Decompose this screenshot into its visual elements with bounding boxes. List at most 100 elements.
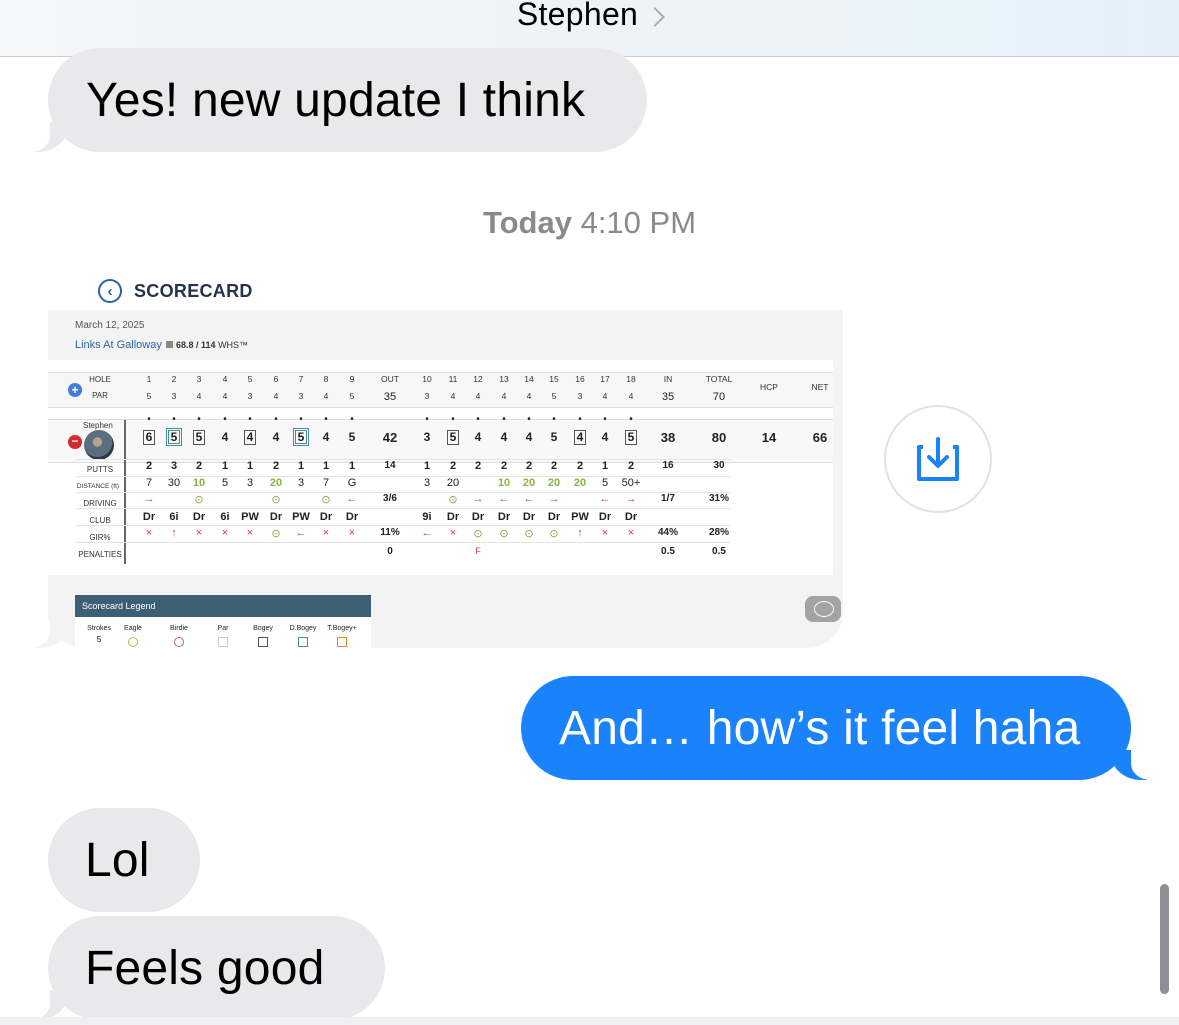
course-rating: 68.8 / 114 WHS™ xyxy=(166,340,248,350)
save-image-button[interactable] xyxy=(884,405,992,513)
contact-name: Stephen xyxy=(516,0,639,32)
hole-putts: 1 xyxy=(221,460,229,472)
legend-strokes-sample: 5 xyxy=(96,635,102,644)
legend-item: Par xyxy=(217,625,229,632)
gir-result: ⊙ xyxy=(473,528,483,540)
score-value: 5 xyxy=(348,430,356,444)
gir-result: × xyxy=(322,527,330,539)
row-label-gir: GIR% xyxy=(89,533,111,542)
bottom-edge xyxy=(0,1017,1179,1025)
hole-club: PW xyxy=(571,511,589,523)
message-bubble-incoming[interactable]: Feels good xyxy=(28,916,385,1020)
column-header-net: NET xyxy=(811,382,829,392)
row-divider xyxy=(76,542,731,543)
hole-distance: 5 xyxy=(221,477,229,489)
scorecard-image-message[interactable]: ‹ SCORECARD March 12, 2025 Links At Gall… xyxy=(48,262,843,648)
row-divider xyxy=(76,525,731,526)
avatar xyxy=(84,430,114,460)
column-header-in: IN xyxy=(663,374,673,384)
hole-putts: 1 xyxy=(423,460,431,472)
message-bubble-outgoing[interactable]: And… how’s it feel haha xyxy=(521,676,1155,780)
hole-distance: 3 xyxy=(423,477,431,489)
hole-distance: 20 xyxy=(522,477,536,489)
total-driving-in: 1/7 xyxy=(661,493,675,504)
row-label-hole: HOLE xyxy=(89,375,111,384)
hole-putts: 1 xyxy=(348,460,356,472)
hole-number: 11 xyxy=(448,374,458,384)
score-marker-dot: • xyxy=(603,414,607,425)
score-marker-dot: • xyxy=(527,414,531,425)
hole-par: 4 xyxy=(526,391,532,401)
hole-par: 4 xyxy=(602,391,608,401)
hole-score: 5 xyxy=(618,430,644,445)
hole-putts: 2 xyxy=(500,460,508,472)
total-score-in: 38 xyxy=(660,430,676,445)
hole-score: 4 xyxy=(263,430,289,444)
hole-number: 1 xyxy=(146,374,152,384)
column-header-total: TOTAL xyxy=(705,374,733,384)
hole-putts: 2 xyxy=(550,460,558,472)
column-header-out: OUT xyxy=(381,374,399,384)
total-driving-total: 31% xyxy=(708,493,729,504)
hole-score: 4 xyxy=(592,430,618,444)
total-net: 66 xyxy=(812,430,828,445)
gir-result: ← xyxy=(295,527,307,539)
row-label-penalties: PENALTIES xyxy=(78,550,122,559)
hole-score: 5 xyxy=(288,428,314,446)
hole-distance: 10 xyxy=(497,477,511,489)
score-marker-dot: • xyxy=(476,414,480,425)
row-label-putts: PUTTS xyxy=(86,465,114,474)
hole-distance: 5 xyxy=(601,477,609,489)
score-value: 4 xyxy=(525,430,533,444)
total-score-total: 80 xyxy=(711,430,727,445)
score-value: 6 xyxy=(142,430,156,445)
score-value: 5 xyxy=(550,430,558,444)
driving-result: → xyxy=(625,493,637,505)
timestamp-time: 4:10 PM xyxy=(580,205,697,240)
hole-putts: 2 xyxy=(145,460,153,472)
score-marker-dot: • xyxy=(451,414,455,425)
hole-club: Dr xyxy=(446,511,460,523)
total-par-total: 70 xyxy=(712,391,726,403)
driving-result: ← xyxy=(498,493,510,505)
hole-par: 4 xyxy=(323,391,329,401)
message-bubble-incoming[interactable]: Yes! new update I think xyxy=(28,48,647,152)
hole-distance: 20 xyxy=(573,477,587,489)
hole-score: 4 xyxy=(567,430,593,445)
total-pen-in: 0.5 xyxy=(661,546,675,557)
player-name: Stephen xyxy=(83,421,113,430)
hole-number: 6 xyxy=(273,374,279,384)
eagle-circle-icon xyxy=(128,637,138,647)
hole-par: 4 xyxy=(628,391,634,401)
hole-club: 9i xyxy=(422,511,432,523)
contact-button[interactable]: Stephen xyxy=(516,0,666,33)
gir-result: × xyxy=(601,527,609,539)
hole-number: 16 xyxy=(575,374,585,384)
hole-distance: 3 xyxy=(297,477,305,489)
hole-par: 5 xyxy=(551,391,557,401)
driving-result: ← xyxy=(599,493,611,505)
hole-number: 9 xyxy=(349,374,355,384)
hole-number: 4 xyxy=(222,374,228,384)
total-pen-total: 0.5 xyxy=(712,546,726,557)
scrollbar[interactable] xyxy=(1160,884,1169,994)
score-value: 4 xyxy=(500,430,508,444)
hole-par: 3 xyxy=(171,391,177,401)
score-value: 4 xyxy=(601,430,609,444)
round-date: March 12, 2025 xyxy=(75,320,145,331)
hole-club: Dr xyxy=(319,511,333,523)
message-bubble-incoming[interactable]: Lol xyxy=(48,808,200,912)
message-timestamp: Today 4:10 PM xyxy=(0,205,1179,241)
hole-putts: 2 xyxy=(474,460,482,472)
row-divider xyxy=(76,476,731,477)
scorecard-title: SCORECARD xyxy=(134,281,253,301)
driving-result: ← xyxy=(346,493,358,505)
hole-distance: G xyxy=(347,477,357,489)
score-marker-dot: • xyxy=(147,414,151,425)
hole-score: 4 xyxy=(516,430,542,444)
total-putts-total: 30 xyxy=(713,460,725,471)
hole-number: 3 xyxy=(196,374,202,384)
scorecard-legend: Scorecard Legend Strokes 5 Eagle Birdie Par B… xyxy=(75,595,371,648)
gir-result: ← xyxy=(421,527,433,539)
total-putts-in: 16 xyxy=(662,460,674,471)
